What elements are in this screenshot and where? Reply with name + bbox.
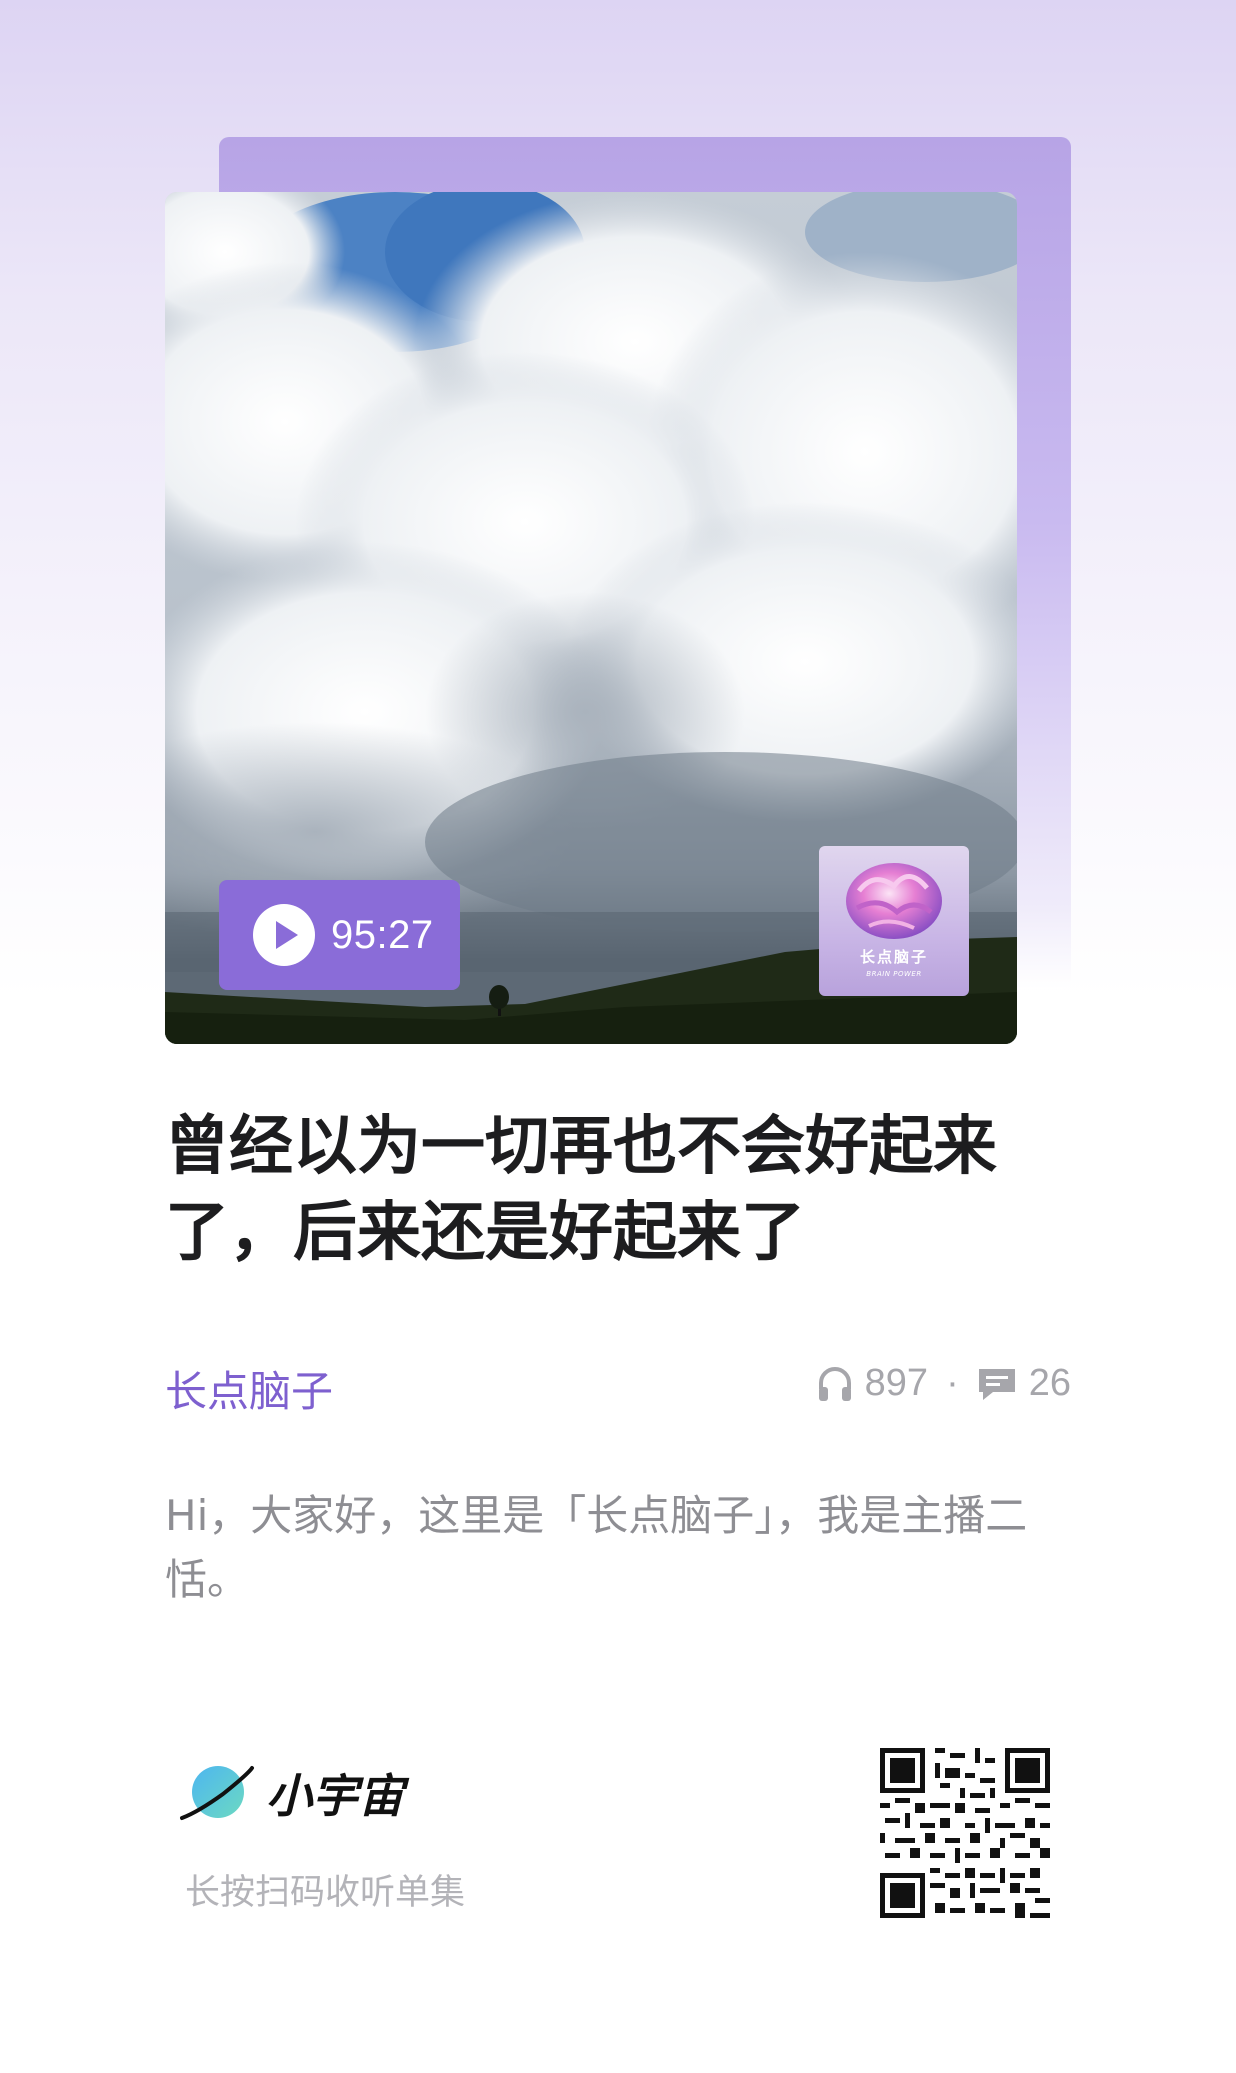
podcast-artwork: 长点脑子 BRAIN POWER [819,846,969,996]
comment-count: 26 [1028,1362,1071,1404]
stats-separator: · [946,1362,959,1404]
headphones-icon [817,1365,853,1403]
episode-stats: 897 · 26 [817,1362,1071,1405]
qr-code[interactable] [880,1748,1050,1918]
podcast-name-link[interactable]: 长点脑子 [165,1358,333,1419]
play-duration-button[interactable]: 95:27 [219,880,460,990]
scan-hint: 长按扫码收听单集 [185,1873,466,1913]
planet-logo-icon [180,1766,254,1820]
play-count: 897 [864,1362,929,1404]
episode-cover[interactable]: 95:27 长点脑子 BRAIN POWER [165,192,1017,1044]
artwork-subtitle: BRAIN POWER [866,970,922,978]
episode-duration: 95:27 [331,912,434,957]
episode-description: Hi，大家好，这里是「长点脑子」，我是主播二恬。 [165,1491,1028,1604]
comment-icon [977,1366,1017,1402]
episode-title: 曾经以为一切再也不会好起来了，后来还是好起来了 [165,1110,997,1270]
brand-name: 小宇宙 [266,1769,404,1823]
qr-code-image [880,1748,1050,1918]
brand-logo: 小宇宙 [178,1760,404,1826]
brain-illustration-icon [846,863,942,939]
play-icon[interactable] [253,904,315,966]
artwork-title: 长点脑子 [859,948,928,966]
